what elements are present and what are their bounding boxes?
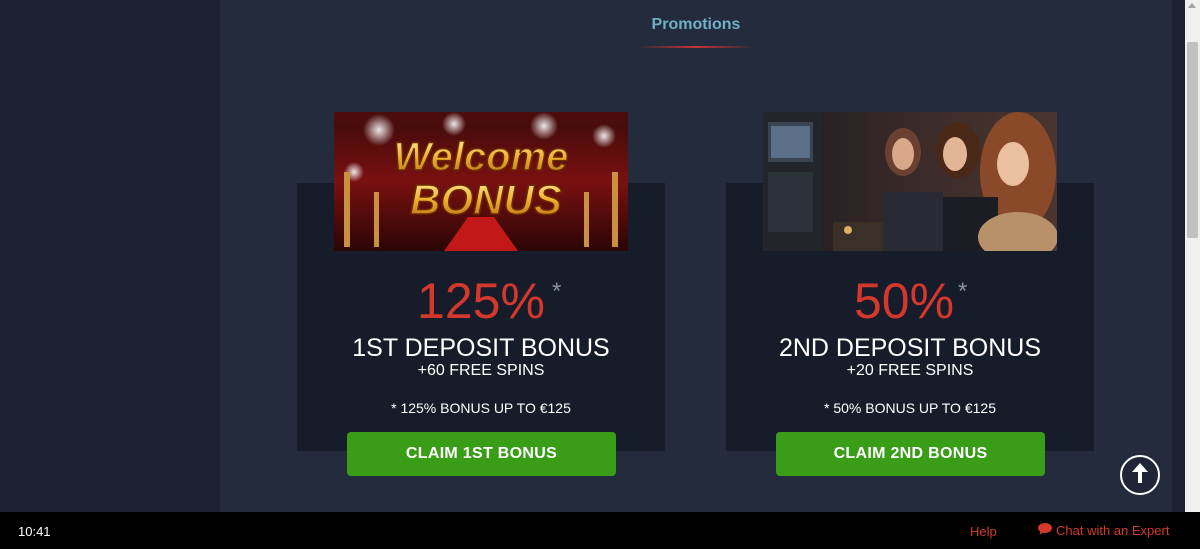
page-title: Promotions [651,16,741,33]
scroll-up-arrow-icon[interactable] [1188,3,1196,8]
title-underline [636,46,756,48]
scroll-to-top-button[interactable] [1120,455,1160,495]
svg-text:BONUS: BONUS [410,176,562,223]
free-spins-text: +20 FREE SPINS [846,362,974,379]
vertical-scrollbar[interactable] [1185,0,1200,512]
welcome-bonus-image: Welcome BONUS [334,112,628,251]
arrow-up-icon [1132,462,1148,488]
bonus-percent: 50% [853,273,955,329]
chat-bubble-icon [1038,523,1052,538]
claim-2nd-bonus-button[interactable]: CLAIM 2ND BONUS [776,432,1045,476]
bonus-percent: 125% [417,273,545,329]
help-link[interactable]: Help [970,524,997,539]
card-title: 2ND DEPOSIT BONUS [778,334,1042,362]
claim-1st-bonus-button[interactable]: CLAIM 1ST BONUS [347,432,616,476]
clock-time: 10:41 [18,524,51,539]
free-spins-text: +60 FREE SPINS [417,362,545,379]
right-panel [1172,0,1185,512]
casino-players-image [763,112,1057,251]
bonus-terms: * 125% BONUS UP TO €125 [391,400,571,416]
card-title: 1ST DEPOSIT BONUS [352,334,610,362]
svg-text:Welcome: Welcome [394,135,569,179]
status-bar: 10:41 Help Chat with an Expert [0,512,1200,549]
chat-label: Chat with an Expert [1056,523,1170,538]
chat-link[interactable]: Chat with an Expert [1038,523,1169,538]
left-panel [0,0,220,512]
bonus-terms: * 50% BONUS UP TO €125 [824,400,996,416]
asterisk-note: * [958,278,968,305]
asterisk-note: * [552,278,562,305]
scrollbar-thumb[interactable] [1187,42,1198,238]
